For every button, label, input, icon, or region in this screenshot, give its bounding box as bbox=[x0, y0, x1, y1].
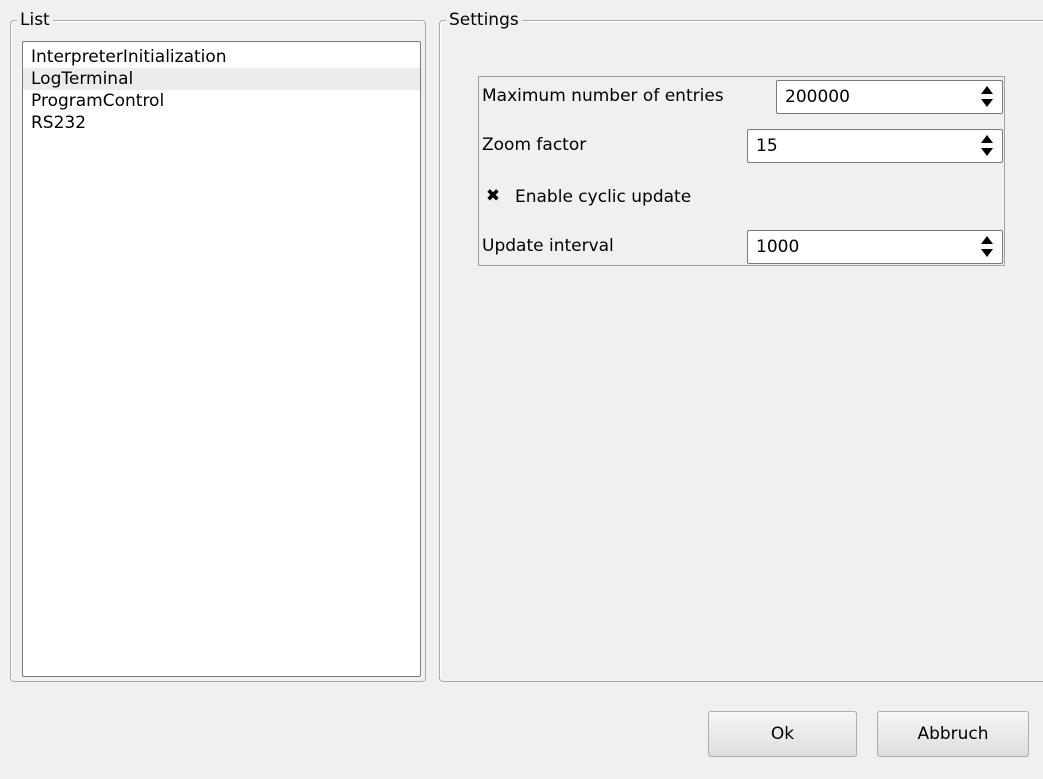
max-entries-row: Maximum number of entries 200000 bbox=[479, 77, 1004, 115]
spin-down-arrow-icon[interactable] bbox=[981, 99, 993, 107]
module-listbox[interactable]: InterpreterInitialization LogTerminal Pr… bbox=[22, 41, 421, 677]
max-entries-value[interactable]: 200000 bbox=[785, 87, 850, 107]
update-interval-value[interactable]: 1000 bbox=[756, 237, 799, 257]
zoom-factor-value[interactable]: 15 bbox=[756, 136, 778, 156]
zoom-factor-spinbox[interactable]: 15 bbox=[747, 129, 1003, 163]
cyclic-update-label[interactable]: Enable cyclic update bbox=[515, 187, 691, 207]
max-entries-label: Maximum number of entries bbox=[482, 86, 724, 106]
cancel-button[interactable]: Abbruch bbox=[877, 711, 1029, 757]
list-item-interpreter-initialization[interactable]: InterpreterInitialization bbox=[23, 46, 420, 68]
settings-groupbox-title: Settings bbox=[446, 10, 522, 30]
spin-down-arrow-icon[interactable] bbox=[981, 249, 993, 257]
spin-up-arrow-icon[interactable] bbox=[981, 236, 993, 244]
spin-up-arrow-icon[interactable] bbox=[981, 86, 993, 94]
cyclic-update-row: ✖ Enable cyclic update bbox=[479, 178, 1004, 216]
update-interval-spinbox[interactable]: 1000 bbox=[747, 230, 1003, 264]
update-interval-spin-arrows[interactable] bbox=[975, 232, 999, 262]
list-item-program-control[interactable]: ProgramControl bbox=[23, 90, 420, 112]
checkbox-x-icon[interactable]: ✖ bbox=[485, 188, 501, 205]
list-item-rs232[interactable]: RS232 bbox=[23, 112, 420, 134]
max-entries-spinbox[interactable]: 200000 bbox=[776, 80, 1003, 114]
list-groupbox-title: List bbox=[17, 10, 53, 30]
list-groupbox: List InterpreterInitialization LogTermin… bbox=[10, 10, 426, 682]
zoom-factor-spin-arrows[interactable] bbox=[975, 131, 999, 161]
spin-up-arrow-icon[interactable] bbox=[981, 135, 993, 143]
zoom-factor-label: Zoom factor bbox=[482, 135, 587, 155]
update-interval-label: Update interval bbox=[482, 236, 614, 256]
list-item-log-terminal[interactable]: LogTerminal bbox=[23, 68, 420, 90]
spin-down-arrow-icon[interactable] bbox=[981, 148, 993, 156]
update-interval-row: Update interval 1000 bbox=[479, 227, 1004, 265]
max-entries-spin-arrows[interactable] bbox=[975, 82, 999, 112]
log-terminal-settings-panel: Maximum number of entries 200000 Zoom fa… bbox=[478, 76, 1005, 266]
ok-button[interactable]: Ok bbox=[708, 711, 857, 757]
zoom-factor-row: Zoom factor 15 bbox=[479, 126, 1004, 164]
